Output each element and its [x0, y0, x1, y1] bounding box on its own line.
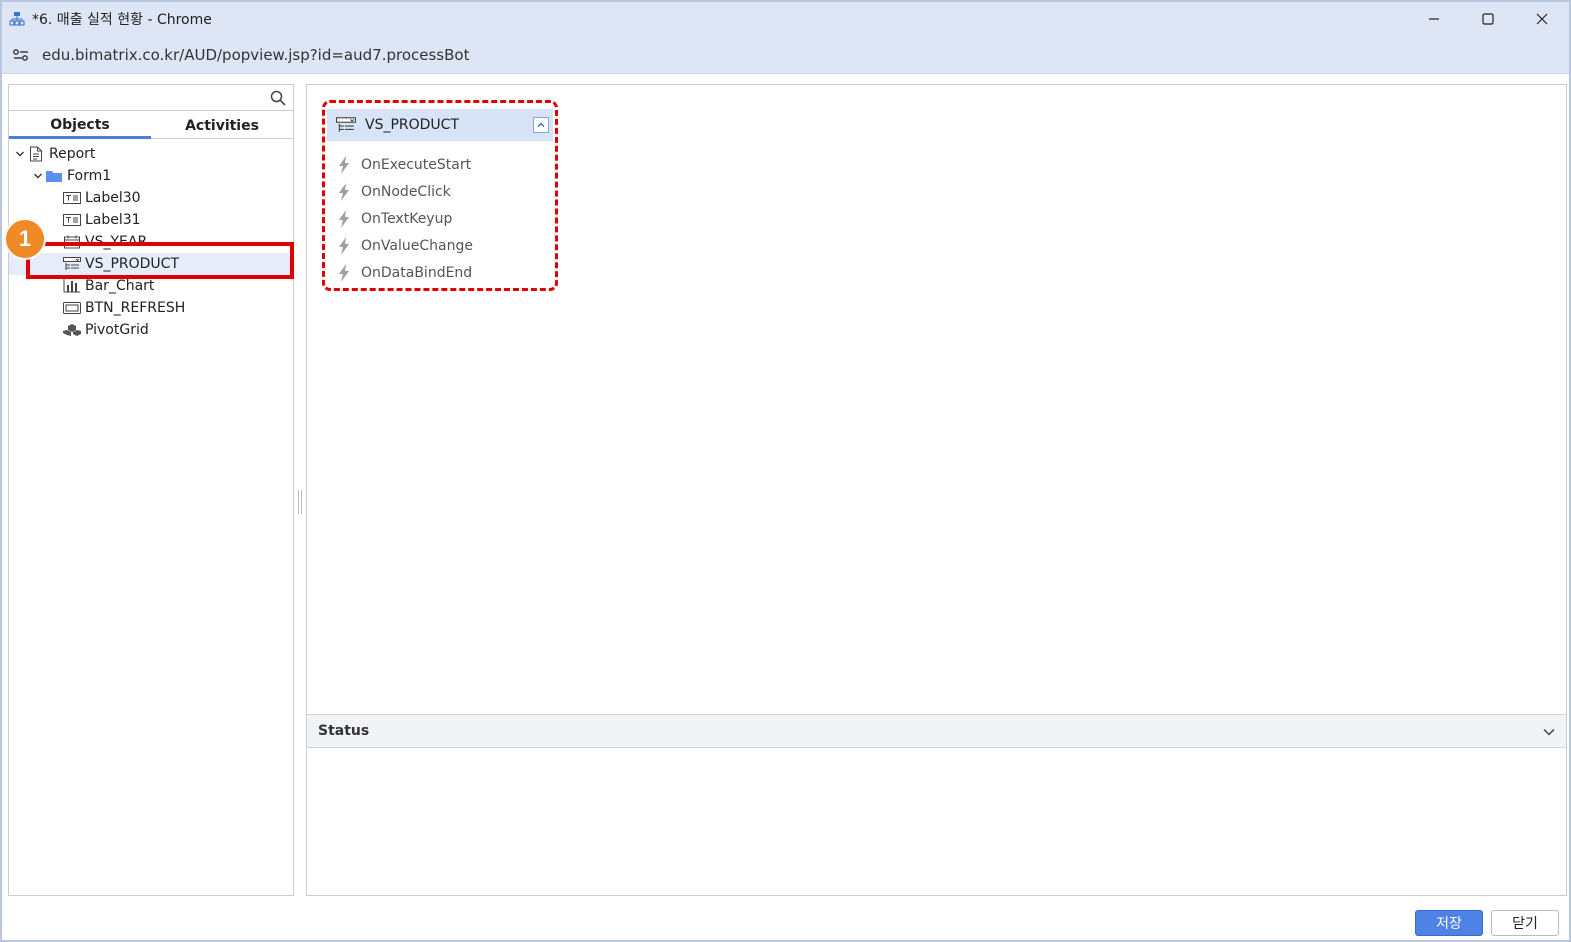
tree-item-pivotgrid[interactable]: PivotGrid [9, 319, 293, 341]
event-label: OnTextKeyup [361, 210, 453, 227]
url-text[interactable]: edu.bimatrix.co.kr/AUD/popview.jsp?id=au… [42, 46, 469, 64]
address-bar: edu.bimatrix.co.kr/AUD/popview.jsp?id=au… [2, 36, 1569, 74]
tab-objects[interactable]: Objects [9, 113, 151, 139]
tree-item-label: Bar_Chart [85, 278, 155, 294]
window-controls [1407, 2, 1569, 36]
object-explorer: Objects Activities Report Form1 Label30 [8, 84, 294, 896]
site-settings-icon[interactable] [8, 42, 34, 68]
tree-item-label31[interactable]: Label31 [9, 209, 293, 231]
chevron-down-icon[interactable] [31, 169, 45, 183]
lightning-icon [335, 209, 353, 228]
event-item-onexecutestart[interactable]: OnExecuteStart [335, 151, 473, 178]
event-label: OnNodeClick [361, 183, 451, 200]
event-item-onvaluechange[interactable]: OnValueChange [335, 232, 473, 259]
tree-item-btn-refresh[interactable]: BTN_REFRESH [9, 297, 293, 319]
tree-item-label30[interactable]: Label30 [9, 187, 293, 209]
chevron-down-icon[interactable] [1540, 723, 1558, 741]
search-box [9, 85, 293, 111]
event-label: OnDataBindEnd [361, 264, 473, 281]
status-label: Status [318, 723, 370, 739]
event-label: OnValueChange [361, 237, 473, 254]
close-button[interactable]: 닫기 [1491, 910, 1559, 936]
tree-item-form1[interactable]: Form1 [9, 165, 293, 187]
popup-window: *6. 매출 실적 현황 - Chrome edu.bimatrix.co.kr… [0, 0, 1571, 942]
node-title: VS_PRODUCT [365, 117, 460, 133]
chevron-up-icon [537, 122, 545, 127]
tree-item-report[interactable]: Report [9, 143, 293, 165]
folder-icon [45, 168, 63, 184]
tree-item-label: Form1 [67, 168, 112, 184]
event-label: OnExecuteStart [361, 156, 472, 173]
node-header[interactable]: VS_PRODUCT [327, 109, 553, 141]
explorer-tabs: Objects Activities [9, 113, 293, 139]
step-marker: 1 [4, 218, 46, 260]
minimize-icon [1429, 18, 1439, 20]
tree-item-label: BTN_REFRESH [85, 300, 186, 316]
tree-item-label: Label31 [85, 212, 141, 228]
label-icon [63, 190, 81, 206]
title-bar: *6. 매출 실적 현황 - Chrome [2, 2, 1569, 36]
document-icon [27, 146, 45, 162]
maximize-icon [1482, 13, 1494, 25]
event-item-ontextkeyup[interactable]: OnTextKeyup [335, 205, 473, 232]
minimize-button[interactable] [1407, 2, 1461, 36]
lightning-icon [335, 182, 353, 201]
button-icon [63, 300, 81, 316]
search-icon[interactable] [267, 87, 289, 109]
pivot-icon [63, 322, 81, 338]
event-list: OnExecuteStart OnNodeClick OnTextKeyup O… [335, 151, 473, 286]
tree-item-label: PivotGrid [85, 322, 149, 338]
collapse-button[interactable] [533, 117, 549, 133]
save-button[interactable]: 저장 [1415, 910, 1483, 936]
tree-item-label: Label30 [85, 190, 141, 206]
chevron-down-icon[interactable] [13, 147, 27, 161]
close-icon [1536, 13, 1548, 25]
treeview-icon [335, 116, 357, 134]
sitemap-icon [8, 10, 26, 28]
panel-splitter[interactable] [298, 490, 302, 514]
search-input[interactable] [13, 87, 263, 107]
event-item-ondatabindend[interactable]: OnDataBindEnd [335, 259, 473, 286]
window-title: *6. 매출 실적 현황 - Chrome [32, 12, 212, 28]
close-window-button[interactable] [1515, 2, 1569, 36]
maximize-button[interactable] [1461, 2, 1515, 36]
lightning-icon [335, 236, 353, 255]
bar-chart-icon [63, 278, 81, 294]
event-node-card[interactable]: VS_PRODUCT OnExecuteStart OnNodeClick On… [322, 100, 558, 291]
tab-activities[interactable]: Activities [151, 113, 293, 139]
status-panel-header[interactable]: Status [307, 714, 1566, 748]
event-item-onnodeclick[interactable]: OnNodeClick [335, 178, 473, 205]
tree-item-label: Report [49, 146, 96, 162]
highlight-box [26, 242, 294, 279]
lightning-icon [335, 155, 353, 174]
label-icon [63, 212, 81, 228]
lightning-icon [335, 263, 353, 282]
